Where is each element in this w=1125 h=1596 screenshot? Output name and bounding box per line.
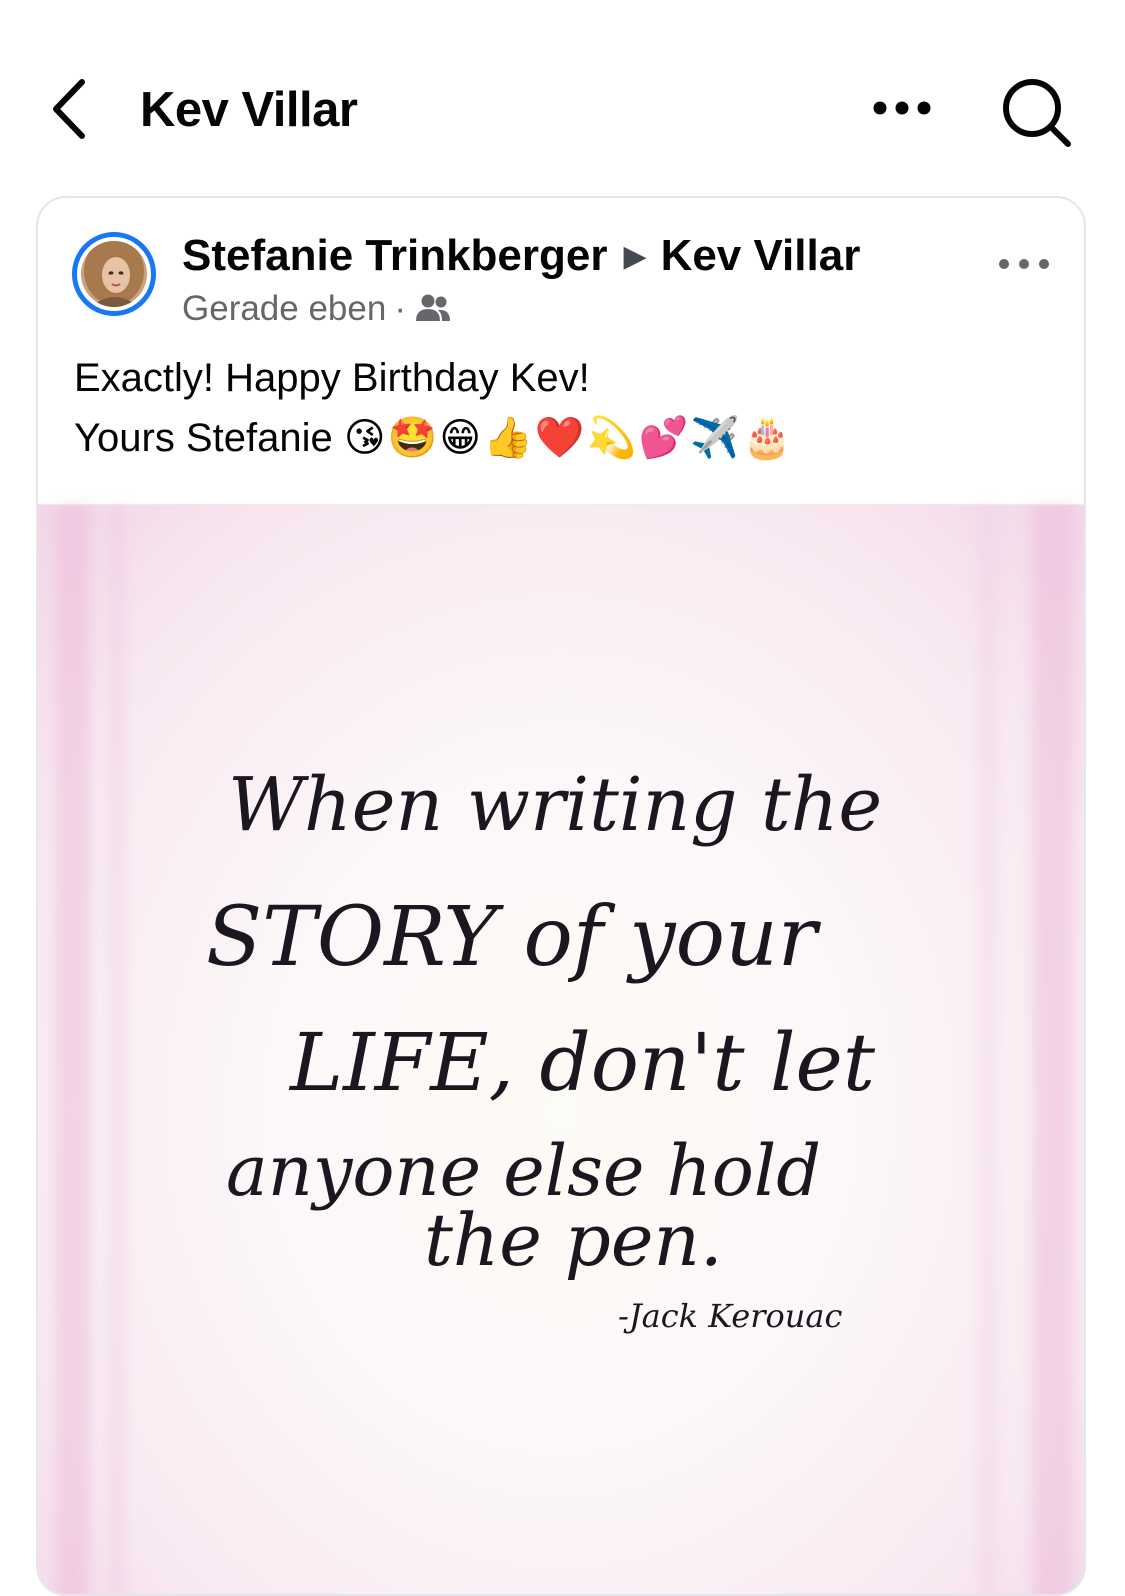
post-text-line-2: Yours Stefanie 😘🤩😁👍❤️💫💕✈️🎂 xyxy=(74,408,1054,468)
post-card: Stefanie Trinkberger ▶ Kev Villar Gerade e… xyxy=(36,196,1086,1596)
target-name[interactable]: Kev Villar xyxy=(661,231,861,280)
handwritten-quote: When writing the STORY of your LIFE, don… xyxy=(206,762,882,1335)
post-meta: Gerade eben · xyxy=(182,286,452,332)
friends-icon xyxy=(415,294,450,321)
post-image[interactable]: When writing the STORY of your LIFE, don… xyxy=(38,504,1084,1594)
post-signature: Yours Stefanie xyxy=(74,416,333,460)
page-title: Kev Villar xyxy=(140,83,358,137)
quote-line: the pen. xyxy=(424,1198,723,1282)
quote-attribution: -Jack Kerouac xyxy=(618,1297,842,1335)
post-emojis: 😘🤩😁👍❤️💫💕✈️🎂 xyxy=(343,415,794,461)
more-options-button[interactable] xyxy=(868,86,940,130)
post-text-line-1: Exactly! Happy Birthday Kev! xyxy=(74,356,590,400)
more-horizontal-icon xyxy=(873,101,931,115)
post-timestamp[interactable]: Gerade eben xyxy=(182,289,386,328)
post-message: Exactly! Happy Birthday Kev! Yours Stefa… xyxy=(74,348,1054,468)
quote-line: When writing the xyxy=(228,762,882,848)
chevron-left-icon xyxy=(53,79,85,139)
post-more-button[interactable] xyxy=(994,244,1054,284)
search-button[interactable] xyxy=(998,74,1074,150)
separator-dot: · xyxy=(394,289,406,328)
arrow-right-icon: ▶ xyxy=(623,240,647,273)
author-name[interactable]: Stefanie Trinkberger xyxy=(182,231,607,280)
more-horizontal-icon xyxy=(999,259,1049,269)
quote-line: STORY of your xyxy=(206,890,822,985)
author-avatar[interactable] xyxy=(72,232,156,316)
post-author-line: Stefanie Trinkberger ▶ Kev Villar xyxy=(182,228,860,285)
top-app-bar: Kev Villar xyxy=(0,0,1125,190)
back-button[interactable] xyxy=(44,74,100,144)
search-icon xyxy=(1003,79,1071,147)
avatar-image xyxy=(81,241,147,307)
quote-line: LIFE, don't let xyxy=(288,1016,876,1109)
